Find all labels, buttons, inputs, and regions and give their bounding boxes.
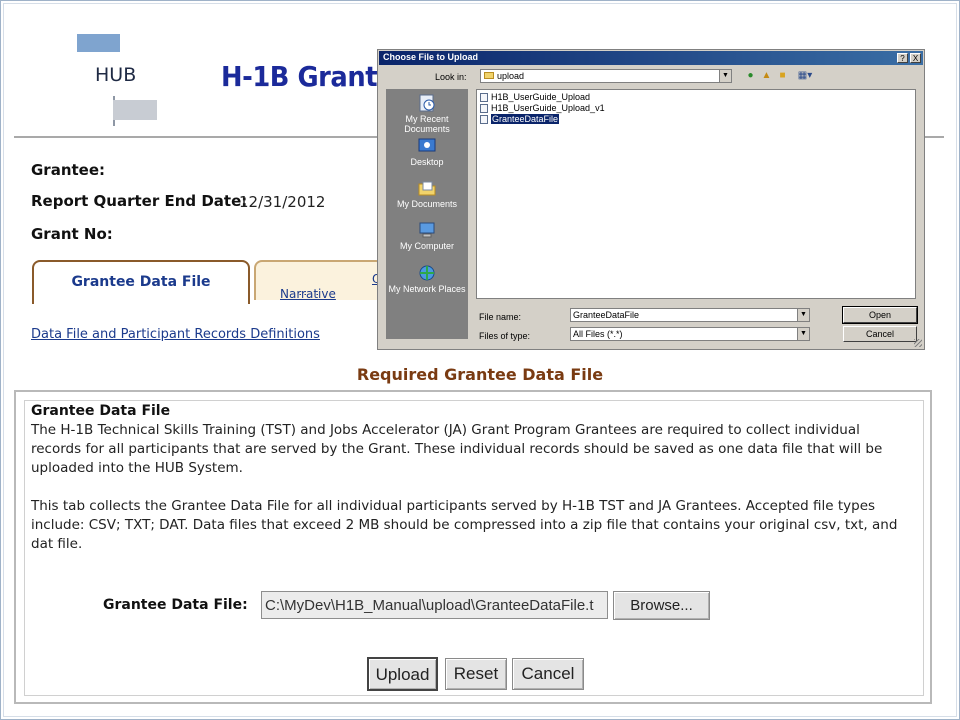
file-name: GranteeDataFile: [491, 114, 560, 124]
my-computer-icon: [419, 222, 435, 238]
files-of-type-label: Files of type:: [479, 331, 531, 341]
document-icon: [480, 115, 488, 125]
up-folder-icon[interactable]: ▲: [761, 70, 772, 81]
open-button[interactable]: Open: [842, 306, 918, 324]
hub-logo-text: HUB: [95, 64, 137, 86]
place-network-places[interactable]: My Network Places: [386, 264, 468, 294]
document-icon: [480, 93, 488, 103]
place-label: My Documents: [396, 199, 458, 209]
chevron-down-icon[interactable]: ▼: [719, 70, 731, 82]
choose-file-dialog: Choose File to Upload ? X Look in: uploa…: [377, 49, 925, 350]
file-item[interactable]: H1B_UserGuide_Upload: [480, 92, 591, 103]
document-icon: [480, 104, 488, 114]
hub-logo-bottom-block: [113, 100, 157, 120]
tab-label: QuartNarrative: [280, 267, 382, 300]
definitions-link[interactable]: Data File and Participant Records Defini…: [31, 327, 320, 342]
place-recent-documents[interactable]: My Recent Documents: [386, 94, 468, 134]
desktop-icon: [418, 138, 436, 152]
files-of-type-value: All Files (*.*): [573, 329, 623, 339]
dialog-titlebar[interactable]: Choose File to Upload ? X: [379, 51, 923, 65]
file-name-value: GranteeDataFile: [573, 310, 640, 320]
folder-icon: [484, 72, 494, 79]
look-in-select[interactable]: upload ▼: [480, 69, 732, 83]
places-bar: My Recent Documents Desktop My Documents…: [386, 89, 468, 339]
report-quarter-value: 12/31/2012: [239, 193, 326, 211]
chevron-down-icon[interactable]: ▼: [797, 309, 809, 321]
place-label: Desktop: [410, 157, 444, 167]
cancel-button[interactable]: Cancel: [512, 658, 584, 690]
panel-title: Grantee Data File: [31, 403, 171, 419]
file-name-label: File name:: [479, 312, 522, 322]
grant-no-label: Grant No:: [31, 225, 113, 243]
file-list[interactable]: H1B_UserGuide_Upload H1B_UserGuide_Uploa…: [476, 89, 916, 299]
recent-documents-icon: [419, 94, 435, 112]
back-icon[interactable]: ●: [745, 70, 756, 81]
hub-logo-top-block: [77, 34, 120, 52]
look-in-value: upload: [497, 71, 525, 81]
tab-grantee-data-file[interactable]: Grantee Data File: [32, 260, 250, 304]
look-in-label: Look in:: [435, 72, 467, 82]
help-button[interactable]: ?: [897, 53, 908, 63]
chevron-down-icon[interactable]: ▼: [797, 328, 809, 340]
place-my-computer[interactable]: My Computer: [386, 221, 468, 251]
file-name: H1B_UserGuide_Upload_v1: [491, 103, 605, 113]
place-label: My Recent Documents: [404, 114, 450, 134]
file-name: H1B_UserGuide_Upload: [491, 92, 591, 102]
place-label: My Network Places: [388, 284, 466, 294]
views-menu-icon[interactable]: ▦▾: [795, 70, 815, 81]
panel-paragraph-1: The H-1B Technical Skills Training (TST)…: [31, 422, 883, 476]
place-my-documents[interactable]: My Documents: [386, 179, 468, 209]
close-button[interactable]: X: [910, 53, 921, 63]
section-heading: Required Grantee Data File: [356, 365, 604, 384]
dialog-title: Choose File to Upload: [383, 52, 479, 62]
panel-paragraph-2: This tab collects the Grantee Data File …: [31, 498, 898, 552]
tab-label: Grantee Data File: [71, 274, 211, 290]
resize-grip[interactable]: [914, 339, 922, 347]
reset-button[interactable]: Reset: [445, 658, 507, 690]
new-folder-icon[interactable]: ■: [777, 70, 788, 81]
my-documents-icon: [418, 181, 436, 196]
tab-quarterly-narrative[interactable]: QuartNarrative: [254, 260, 384, 300]
report-quarter-label: Report Quarter End Date:: [31, 192, 248, 210]
files-of-type-select[interactable]: All Files (*.*) ▼: [570, 327, 810, 341]
file-path-input[interactable]: C:\MyDev\H1B_Manual\upload\GranteeDataFi…: [261, 591, 608, 619]
file-item[interactable]: H1B_UserGuide_Upload_v1: [480, 103, 605, 114]
dialog-cancel-button[interactable]: Cancel: [843, 326, 917, 342]
file-item-selected[interactable]: GranteeDataFile: [480, 114, 560, 125]
place-label: My Computer: [399, 241, 454, 251]
tab-label-line2: Narrative: [280, 287, 336, 300]
grantee-data-file-label: Grantee Data File:: [103, 597, 248, 613]
grantee-label: Grantee:: [31, 161, 106, 179]
file-name-input[interactable]: GranteeDataFile ▼: [570, 308, 810, 322]
browse-button[interactable]: Browse...: [613, 591, 710, 620]
network-places-icon: [419, 265, 435, 281]
upload-button[interactable]: Upload: [367, 657, 438, 691]
place-desktop[interactable]: Desktop: [386, 137, 468, 167]
